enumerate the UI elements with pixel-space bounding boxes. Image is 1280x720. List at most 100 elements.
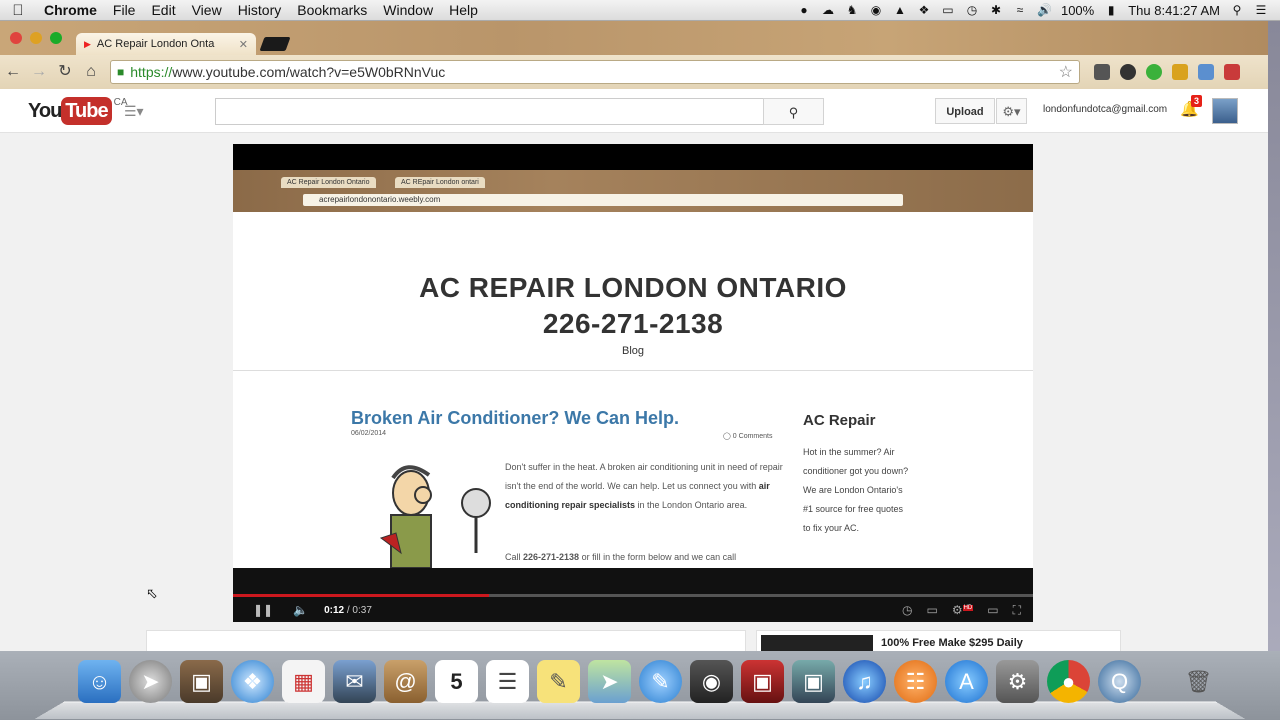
cloud-icon[interactable]: ☁	[821, 3, 835, 17]
logo-you: You	[28, 97, 61, 125]
zoom-window-button[interactable]	[50, 32, 62, 44]
post-comments: ◯ 0 Comments	[723, 432, 772, 440]
post-body-call: Call 226-271-2138 or fill in the form be…	[505, 552, 795, 562]
volume-icon[interactable]: 🔊	[1037, 3, 1051, 17]
video-tab-2: AC REpair London ontari	[395, 177, 485, 188]
reminders-icon[interactable]: ☰	[486, 660, 529, 703]
sidebar-title: AC Repair	[803, 412, 876, 429]
theater-mode-icon[interactable]: ▭	[987, 603, 998, 618]
dock-shelf	[35, 702, 1245, 719]
maps-icon[interactable]: ➤	[588, 660, 631, 703]
safari-icon[interactable]: ❖	[231, 660, 274, 703]
quicktime-icon[interactable]: Q	[1098, 660, 1141, 703]
video-tab-1: AC Repair London Ontario	[281, 177, 376, 188]
calendar-icon[interactable]: 5	[435, 660, 478, 703]
clock[interactable]: Thu 8:41:27 AM	[1128, 3, 1220, 18]
tab-strip: ▶ AC Repair London Onta ✕	[0, 21, 1268, 55]
extension-icon[interactable]	[1094, 64, 1110, 80]
search-input[interactable]	[215, 98, 764, 125]
facetime-icon[interactable]: ◉	[690, 660, 733, 703]
menu-history[interactable]: History	[230, 2, 290, 18]
messages-icon[interactable]: ✎	[639, 660, 682, 703]
extension-icon[interactable]	[1172, 64, 1188, 80]
system-preferences-icon[interactable]: ⚙	[996, 660, 1039, 703]
notification-bell-icon[interactable]: ♞	[845, 3, 859, 17]
app-grid-icon[interactable]: ▦	[282, 660, 325, 703]
account-email[interactable]: londonfundotca@gmail.com	[1043, 104, 1167, 115]
menu-edit[interactable]: Edit	[143, 2, 183, 18]
menu-help[interactable]: Help	[441, 2, 486, 18]
menu-file[interactable]: File	[105, 2, 144, 18]
fullscreen-icon[interactable]: ⛶	[1013, 603, 1021, 618]
home-button[interactable]: ⌂	[78, 59, 104, 85]
launchpad-icon[interactable]: ➤	[129, 660, 172, 703]
battery-percent[interactable]: 100%	[1061, 3, 1094, 18]
google-drive-icon[interactable]: ▲	[893, 3, 907, 17]
iphoto-icon[interactable]: ▣	[792, 660, 835, 703]
minimize-window-button[interactable]	[30, 32, 42, 44]
watch-later-icon[interactable]: ◷	[902, 603, 912, 618]
time-machine-icon[interactable]: ◷	[965, 3, 979, 17]
menu-bookmarks[interactable]: Bookmarks	[289, 2, 375, 18]
finder-icon[interactable]: ☺	[78, 660, 121, 703]
google-chrome-icon[interactable]: ●	[1047, 660, 1090, 703]
menu-view[interactable]: View	[184, 2, 230, 18]
tab-close-icon[interactable]: ✕	[239, 38, 248, 51]
photo-booth-icon[interactable]: ▣	[741, 660, 784, 703]
chrome-window-frame: ▶ AC Repair London Onta ✕ ← → ↻ ⌂ ■ http…	[0, 21, 1268, 89]
progress-bar[interactable]	[233, 594, 1033, 597]
bookmark-star-icon[interactable]: ☆	[1059, 62, 1073, 82]
chrome-menu-icon[interactable]	[1224, 64, 1240, 80]
video-player[interactable]: AC Repair London Ontario AC REpair Londo…	[233, 144, 1033, 622]
itunes-icon[interactable]: ♫	[843, 660, 886, 703]
record-icon[interactable]: ◉	[869, 3, 883, 17]
site-nav-blog: Blog	[233, 345, 1033, 357]
evernote-icon[interactable]: ●	[797, 3, 811, 17]
duration: / 0:37	[347, 605, 372, 616]
notification-center-icon[interactable]: ☰	[1254, 3, 1268, 17]
close-window-button[interactable]	[10, 32, 22, 44]
avatar[interactable]	[1212, 98, 1238, 124]
apple-menu-icon[interactable]: 	[0, 2, 36, 19]
settings-gear-button[interactable]: ⚙▾	[996, 98, 1027, 124]
settings-hd-icon[interactable]: ⚙HD	[952, 603, 973, 618]
forward-button[interactable]: →	[26, 59, 52, 85]
dropbox-icon[interactable]: ❖	[917, 3, 931, 17]
upload-button[interactable]: Upload	[935, 98, 995, 124]
gear-icon: ⚙▾	[1002, 104, 1020, 119]
pause-icon[interactable]: ❚❚	[253, 603, 273, 617]
contacts-icon[interactable]: @	[384, 660, 427, 703]
search-button[interactable]: ⚲	[763, 98, 824, 125]
tab-youtube[interactable]: ▶ AC Repair London Onta ✕	[76, 33, 256, 55]
airplay-icon[interactable]: ▭	[941, 3, 955, 17]
notes-icon[interactable]: ✎	[537, 660, 580, 703]
youtube-logo[interactable]: You Tube CA	[28, 97, 128, 125]
app-store-icon[interactable]: A	[945, 660, 988, 703]
reload-button[interactable]: ↻	[52, 59, 78, 85]
player-controls: ❚❚ 🔈 0:12 / 0:37 ◷ ▭ ⚙HD ▭ ⛶	[233, 568, 1033, 622]
ibooks-icon[interactable]: ☷	[894, 660, 937, 703]
browser-toolbar: ← → ↻ ⌂ ■ https://www.youtube.com/watch?…	[0, 55, 1268, 89]
tab-title: AC Repair London Onta	[97, 38, 214, 50]
new-tab-button[interactable]	[259, 37, 290, 51]
youtube-page: You Tube CA ☰▾ ⚲ Upload ⚙▾ londonfundotc…	[0, 89, 1268, 651]
mail-icon[interactable]: ✉	[333, 660, 376, 703]
back-button[interactable]: ←	[0, 59, 26, 85]
guide-menu-icon[interactable]: ☰▾	[124, 103, 144, 120]
wifi-icon[interactable]: ≈	[1013, 3, 1027, 17]
menu-app-chrome[interactable]: Chrome	[36, 2, 105, 18]
spotlight-search-icon[interactable]: ⚲	[1230, 3, 1244, 17]
menu-window[interactable]: Window	[375, 2, 441, 18]
trash-icon[interactable]: 🗑	[1177, 660, 1220, 703]
address-bar[interactable]: ■ https://www.youtube.com/watch?v=e5W0bR…	[110, 60, 1080, 84]
extension-icon[interactable]	[1146, 64, 1162, 80]
extension-icon[interactable]	[1120, 64, 1136, 80]
sidebar-ad[interactable]: 100% Free Make $295 Daily	[756, 630, 1121, 651]
time-display: 0:12 / 0:37	[324, 605, 372, 616]
battery-icon[interactable]: ▮	[1104, 3, 1118, 17]
volume-icon[interactable]: 🔈	[293, 603, 308, 617]
bluetooth-icon[interactable]: ✱	[989, 3, 1003, 17]
captions-icon[interactable]: ▭	[926, 603, 937, 618]
extension-icon[interactable]	[1198, 64, 1214, 80]
image-capture-icon[interactable]: ▣	[180, 660, 223, 703]
